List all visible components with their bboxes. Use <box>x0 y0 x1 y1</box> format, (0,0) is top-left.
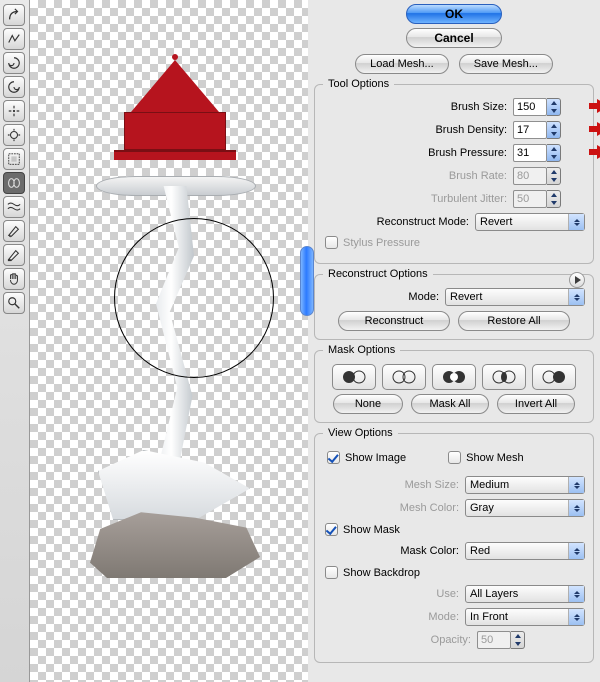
callout-arrow-icon <box>589 145 600 159</box>
backdrop-opacity-label: Opacity: <box>431 634 471 646</box>
show-backdrop-label: Show Backdrop <box>343 567 420 579</box>
load-mesh-button[interactable]: Load Mesh... <box>355 54 449 74</box>
show-mask-checkbox[interactable] <box>325 523 338 536</box>
mesh-size-label: Mesh Size: <box>405 479 459 491</box>
tool-push-left[interactable] <box>3 148 25 170</box>
invert-all-button[interactable]: Invert All <box>497 394 575 414</box>
backdrop-opacity-input: 50 <box>477 631 511 649</box>
save-mesh-button[interactable]: Save Mesh... <box>459 54 553 74</box>
mesh-size-value: Medium <box>470 479 509 491</box>
reconstruct-mode-value: Revert <box>480 216 512 228</box>
stylus-pressure-label: Stylus Pressure <box>343 237 420 249</box>
brush-size-input[interactable]: 150 <box>513 98 547 116</box>
reconstruct-mode-label: Reconstruct Mode: <box>377 216 469 228</box>
brush-density-input[interactable]: 17 <box>513 121 547 139</box>
tool-hand[interactable] <box>3 268 25 290</box>
tool-mirror[interactable] <box>3 172 25 194</box>
show-backdrop-checkbox[interactable] <box>325 566 338 579</box>
recon-mode-value: Revert <box>450 291 482 303</box>
tool-twirl-ccw[interactable] <box>3 76 25 98</box>
turbulent-jitter-stepper <box>547 190 561 208</box>
mesh-size-select: Medium <box>465 476 585 494</box>
tool-reconstruct[interactable] <box>3 28 25 50</box>
liquify-toolbar <box>0 0 30 682</box>
brush-rate-label: Brush Rate: <box>449 170 507 182</box>
backdrop-mode-value: In Front <box>470 611 508 623</box>
mesh-color-select: Gray <box>465 499 585 517</box>
show-mesh-checkbox[interactable] <box>448 451 461 464</box>
tool-twirl-cw[interactable] <box>3 52 25 74</box>
view-options-group: View Options Show Image Show Mesh Mesh S… <box>314 427 594 663</box>
cancel-button[interactable]: Cancel <box>406 28 502 48</box>
reconstruct-button[interactable]: Reconstruct <box>338 311 450 331</box>
brush-rate-input: 80 <box>513 167 547 185</box>
backdrop-opacity-stepper <box>511 631 525 649</box>
preview-canvas[interactable] <box>30 0 308 682</box>
brush-size-label: Brush Size: <box>451 101 507 113</box>
reconstruct-mode-select[interactable]: Revert <box>475 213 585 231</box>
mask-invert-button[interactable] <box>532 364 576 390</box>
backdrop-mode-label: Mode: <box>428 611 459 623</box>
show-mask-label: Show Mask <box>343 524 400 536</box>
tool-options-legend: Tool Options <box>323 78 394 90</box>
panel-resize-handle[interactable] <box>300 246 314 316</box>
show-image-label: Show Image <box>345 452 406 464</box>
backdrop-mode-select: In Front <box>465 608 585 626</box>
show-mesh-label: Show Mesh <box>466 452 523 464</box>
mask-all-button[interactable]: Mask All <box>411 394 489 414</box>
ok-button[interactable]: OK <box>406 4 502 24</box>
tool-freeze-mask[interactable] <box>3 220 25 242</box>
mesh-color-value: Gray <box>470 502 494 514</box>
callout-arrow-icon <box>589 122 600 136</box>
options-panel: OK Cancel Load Mesh... Save Mesh... Tool… <box>308 0 600 682</box>
turbulent-jitter-label: Turbulent Jitter: <box>431 193 507 205</box>
reconstruct-options-legend: Reconstruct Options <box>323 268 433 280</box>
mask-options-group: Mask Options None Mask All Invert All <box>314 344 594 423</box>
mask-subtract-button[interactable] <box>432 364 476 390</box>
mask-color-value: Red <box>470 545 490 557</box>
mask-add-button[interactable] <box>382 364 426 390</box>
recon-mode-label: Mode: <box>408 291 439 303</box>
tool-turbulence[interactable] <box>3 196 25 218</box>
callout-arrow-icon <box>589 99 600 113</box>
brush-density-stepper[interactable] <box>547 121 561 139</box>
mask-color-select[interactable]: Red <box>465 542 585 560</box>
turbulent-jitter-input: 50 <box>513 190 547 208</box>
mask-color-label: Mask Color: <box>400 545 459 557</box>
backdrop-use-value: All Layers <box>470 588 518 600</box>
mask-none-button[interactable]: None <box>333 394 403 414</box>
tool-pucker[interactable] <box>3 100 25 122</box>
reconstruct-options-group: Reconstruct Options Mode: Revert Reconst… <box>314 268 594 340</box>
mask-intersect-button[interactable] <box>482 364 526 390</box>
recon-mode-select[interactable]: Revert <box>445 288 585 306</box>
reconstruct-play-button[interactable] <box>569 272 585 288</box>
brush-pressure-label: Brush Pressure: <box>428 147 507 159</box>
tool-forward-warp[interactable] <box>3 4 25 26</box>
brush-size-stepper[interactable] <box>547 98 561 116</box>
backdrop-use-select: All Layers <box>465 585 585 603</box>
mesh-color-label: Mesh Color: <box>400 502 459 514</box>
view-options-legend: View Options <box>323 427 398 439</box>
brush-rate-stepper <box>547 167 561 185</box>
stylus-pressure-checkbox <box>325 236 338 249</box>
brush-cursor <box>114 218 274 378</box>
brush-density-label: Brush Density: <box>435 124 507 136</box>
tool-zoom[interactable] <box>3 292 25 314</box>
brush-pressure-stepper[interactable] <box>547 144 561 162</box>
restore-all-button[interactable]: Restore All <box>458 311 570 331</box>
show-image-checkbox[interactable] <box>327 451 340 464</box>
tool-bloat[interactable] <box>3 124 25 146</box>
tool-options-group: Tool Options Brush Size: 150 Brush Densi… <box>314 78 594 264</box>
mask-replace-button[interactable] <box>332 364 376 390</box>
brush-pressure-input[interactable]: 31 <box>513 144 547 162</box>
backdrop-use-label: Use: <box>436 588 459 600</box>
tool-thaw-mask[interactable] <box>3 244 25 266</box>
mask-options-legend: Mask Options <box>323 344 400 356</box>
